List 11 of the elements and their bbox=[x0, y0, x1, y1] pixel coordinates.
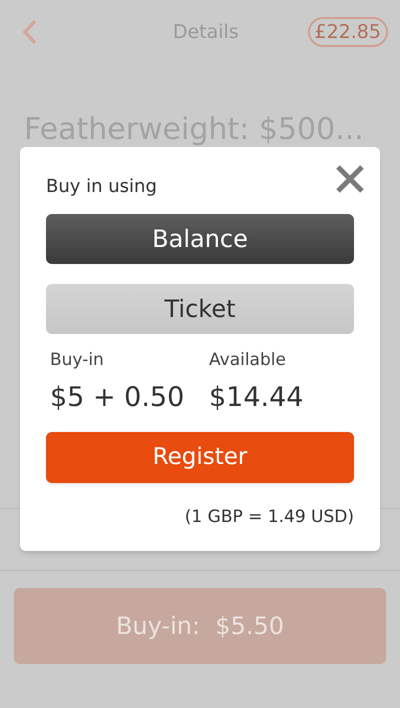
close-icon[interactable] bbox=[334, 163, 366, 195]
register-button[interactable]: Register bbox=[46, 432, 354, 483]
exchange-rate-text: (1 GBP = 1.49 USD) bbox=[184, 506, 354, 529]
available-label: Available bbox=[209, 349, 287, 372]
buy-in-label: Buy-in bbox=[50, 349, 105, 372]
dialog-heading: Buy in using bbox=[46, 175, 157, 199]
payment-option-button[interactable]: Balance bbox=[46, 214, 354, 264]
payment-option-button[interactable]: Ticket bbox=[46, 284, 354, 334]
balance-pill[interactable]: £22.85 bbox=[308, 17, 388, 47]
available-amount: $14.44 bbox=[209, 380, 304, 414]
buy-in-amount: $5 + 0.50 bbox=[50, 380, 186, 414]
